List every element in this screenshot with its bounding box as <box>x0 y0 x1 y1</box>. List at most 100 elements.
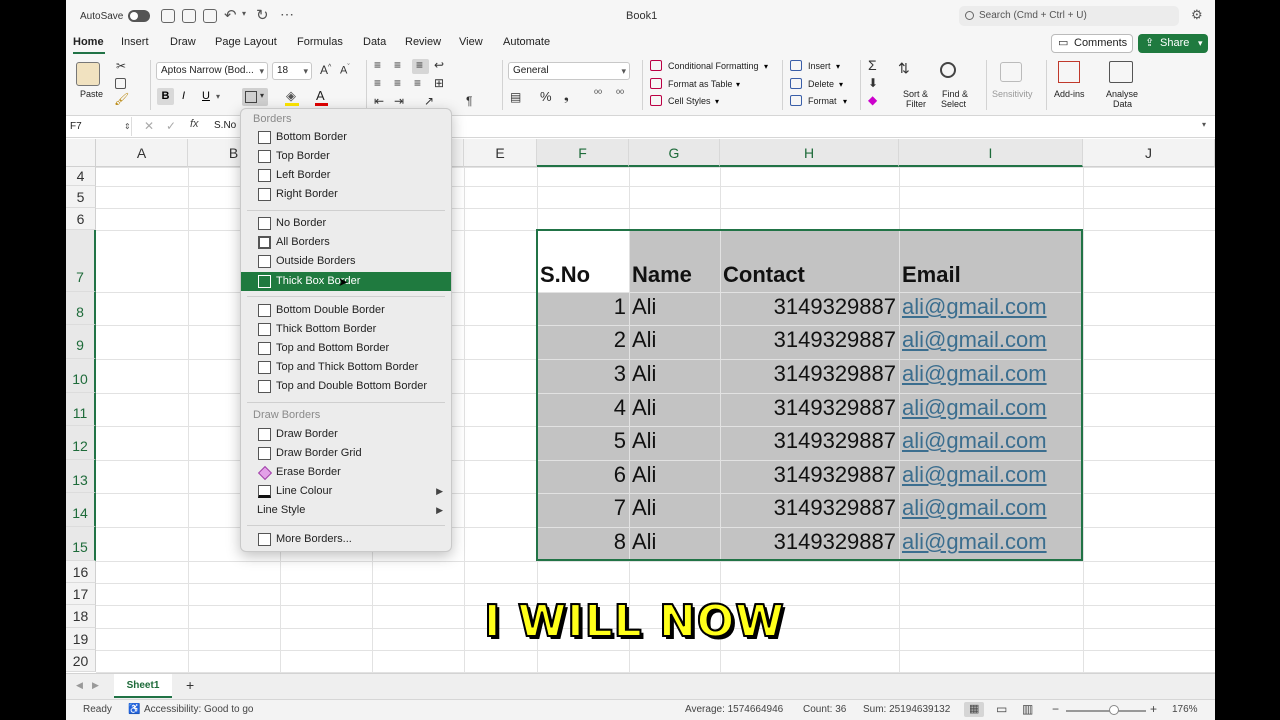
undo-dropdown-icon[interactable]: ▾ <box>242 9 246 18</box>
row-header-13[interactable]: 13 <box>66 460 96 493</box>
cell-contact[interactable]: 3149329887 <box>720 495 896 521</box>
row-header-10[interactable]: 10 <box>66 359 96 393</box>
row-header-8[interactable]: 8 <box>66 292 96 325</box>
underline-button[interactable]: U <box>202 90 210 102</box>
menu-item-thick-bottom-border[interactable]: Thick Bottom Border <box>241 320 451 339</box>
header-contact[interactable]: Contact <box>723 262 805 288</box>
column-header-g[interactable]: G <box>629 139 720 167</box>
cell-sno[interactable]: 1 <box>537 294 626 320</box>
increase-font-icon[interactable]: A^ <box>320 63 331 77</box>
decrease-indent-icon[interactable]: ⇤ <box>374 94 384 108</box>
menu-item-bottom-border[interactable]: Bottom Border <box>241 128 451 147</box>
cell-contact[interactable]: 3149329887 <box>720 361 896 387</box>
menu-item-all-borders[interactable]: All Borders <box>241 233 451 252</box>
tab-view[interactable]: View <box>459 36 483 48</box>
sort-filter-label-2[interactable]: Filter <box>906 99 926 109</box>
cell-email[interactable]: ali@gmail.com <box>902 462 1047 488</box>
zoom-level[interactable]: 176% <box>1172 704 1198 715</box>
cell-contact[interactable]: 3149329887 <box>720 327 896 353</box>
autosum-icon[interactable]: Σ <box>868 57 877 73</box>
save-icon[interactable] <box>182 9 196 23</box>
format-cells-button[interactable]: Format <box>808 96 837 106</box>
account-icon[interactable]: ⚙ <box>1191 7 1203 23</box>
row-header-11[interactable]: 11 <box>66 393 96 426</box>
row-header-4[interactable]: 4 <box>66 167 96 186</box>
column-header-e[interactable]: E <box>464 139 537 167</box>
header-email[interactable]: Email <box>902 262 961 288</box>
cell-name[interactable]: Ali <box>632 495 656 521</box>
cell-name[interactable]: Ali <box>632 294 656 320</box>
menu-item-erase-border[interactable]: Erase Border <box>241 463 451 482</box>
copy-icon[interactable] <box>115 78 126 89</box>
tab-draw[interactable]: Draw <box>170 36 196 48</box>
column-header-j[interactable]: J <box>1083 139 1215 167</box>
orientation-icon[interactable]: ↗ <box>424 94 434 108</box>
conditional-formatting-button[interactable]: Conditional Formatting <box>668 61 759 71</box>
page-break-view-icon[interactable]: ▥ <box>1022 702 1033 716</box>
more-icon[interactable]: ⋯ <box>280 6 294 23</box>
paste-icon[interactable] <box>76 62 100 86</box>
menu-item-right-border[interactable]: Right Border <box>241 185 451 204</box>
cell-sno[interactable]: 8 <box>537 529 626 555</box>
cell-contact[interactable]: 3149329887 <box>720 294 896 320</box>
page-layout-view-icon[interactable]: ▭ <box>996 702 1007 716</box>
autosave-toggle[interactable] <box>128 10 150 22</box>
header-name[interactable]: Name <box>632 262 692 288</box>
menu-item-line-colour[interactable]: Line Colour ▶ <box>241 482 451 501</box>
increase-decimal-icon[interactable]: ⁰⁰ <box>594 89 602 100</box>
sort-filter-icon[interactable]: ⇅ <box>898 60 910 77</box>
align-top-icon[interactable]: ≡ <box>374 58 381 72</box>
menu-item-more-borders[interactable]: More Borders... <box>241 530 451 549</box>
row-header-16[interactable]: 16 <box>66 561 96 583</box>
menu-item-left-border[interactable]: Left Border <box>241 166 451 185</box>
merge-cells-icon[interactable]: ⊞ <box>434 76 444 90</box>
cell-email[interactable]: ali@gmail.com <box>902 529 1047 555</box>
font-name-select[interactable]: Aptos Narrow (Bod... <box>156 62 268 80</box>
cell-email[interactable]: ali@gmail.com <box>902 428 1047 454</box>
insert-dropdown-icon[interactable]: ▾ <box>836 62 840 71</box>
menu-item-draw-border[interactable]: Draw Border <box>241 425 451 444</box>
cell-name[interactable]: Ali <box>632 361 656 387</box>
row-header-6[interactable]: 6 <box>66 208 96 230</box>
tab-page-layout[interactable]: Page Layout <box>215 36 277 48</box>
menu-item-line-style[interactable]: Line Style ▶ <box>241 501 451 520</box>
cell-contact[interactable]: 3149329887 <box>720 529 896 555</box>
add-sheet-button[interactable]: + <box>186 677 194 693</box>
zoom-slider-track[interactable] <box>1066 710 1146 712</box>
comma-style-icon[interactable]: ❟ <box>564 89 569 104</box>
format-dropdown-icon[interactable]: ▾ <box>843 97 847 106</box>
addins-button[interactable]: Add-ins <box>1054 89 1085 99</box>
cell-styles-button[interactable]: Cell Styles <box>668 96 711 106</box>
menu-item-outside-borders[interactable]: Outside Borders <box>241 252 451 271</box>
row-header-12[interactable]: 12 <box>66 426 96 460</box>
align-right-icon[interactable]: ≡ <box>414 76 421 90</box>
find-select-label-2[interactable]: Select <box>941 99 966 109</box>
font-size-select[interactable]: 18 <box>272 62 312 80</box>
cell-sno[interactable]: 3 <box>537 361 626 387</box>
decrease-decimal-icon[interactable]: ⁰⁰ <box>616 89 624 100</box>
tab-insert[interactable]: Insert <box>121 36 149 48</box>
number-format-select[interactable]: General <box>508 62 630 80</box>
fill-color-icon[interactable]: ◈ <box>286 88 296 104</box>
format-as-table-button[interactable]: Format as Table <box>668 79 732 89</box>
menu-item-bottom-double-border[interactable]: Bottom Double Border <box>241 301 451 320</box>
decrease-font-icon[interactable]: Aˇ <box>340 64 350 77</box>
tab-home[interactable]: Home <box>73 36 104 48</box>
next-sheet-icon[interactable]: ▶ <box>92 680 99 691</box>
conditional-formatting-dropdown-icon[interactable]: ▾ <box>764 62 768 71</box>
underline-dropdown-icon[interactable]: ▾ <box>216 92 220 101</box>
cell-name[interactable]: Ali <box>632 327 656 353</box>
menu-item-top-and-double-bottom-border[interactable]: Top and Double Bottom Border <box>241 377 451 396</box>
header-sno[interactable]: S.No <box>540 262 590 288</box>
row-header-5[interactable]: 5 <box>66 186 96 208</box>
share-button[interactable]: ⇪ Share ▾ <box>1138 34 1208 53</box>
prev-sheet-icon[interactable]: ◀ <box>76 680 83 691</box>
accessibility-status[interactable]: Accessibility: Good to go <box>144 704 254 715</box>
cell-email[interactable]: ali@gmail.com <box>902 395 1047 421</box>
tab-review[interactable]: Review <box>405 36 441 48</box>
column-header-a[interactable]: A <box>96 139 188 167</box>
undo-icon[interactable]: ↶ <box>224 6 237 24</box>
cell-email[interactable]: ali@gmail.com <box>902 361 1047 387</box>
delete-dropdown-icon[interactable]: ▾ <box>839 80 843 89</box>
font-color-icon[interactable]: A <box>316 88 325 103</box>
